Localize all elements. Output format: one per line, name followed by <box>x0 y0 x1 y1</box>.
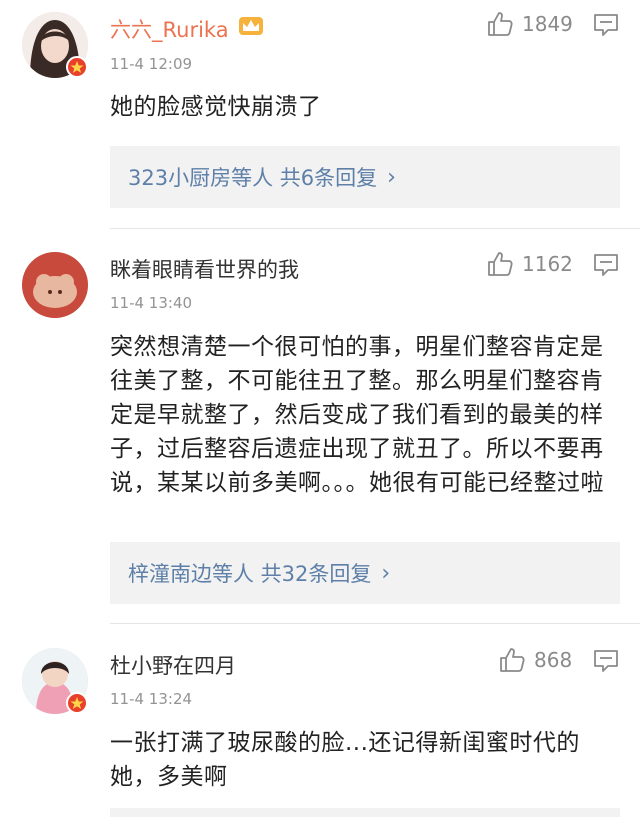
avatar-image <box>22 252 88 318</box>
timestamp: 11-4 12:09 <box>110 55 193 73</box>
crown-icon <box>239 17 263 35</box>
thumbs-up-icon <box>488 12 513 36</box>
verified-badge-icon <box>66 56 88 78</box>
chevron-right-icon: › <box>387 164 396 190</box>
username[interactable]: 眯着眼睛看世界的我 <box>110 254 299 284</box>
username[interactable]: 杜小野在四月 <box>110 650 236 680</box>
like-button[interactable]: 868 <box>498 646 572 674</box>
thumbs-up-icon <box>500 648 525 672</box>
replies-label: 323小厨房等人 共6条回复 <box>128 166 378 190</box>
comment-text: 她的脸感觉快崩溃了 <box>110 94 322 120</box>
timestamp: 11-4 13:24 <box>110 690 193 708</box>
comment-text: 突然想清楚一个很可怕的事，明星们整容肯定是往美了整，不可能往丑了整。那么明星们整… <box>110 334 604 496</box>
comment-feed: 六六_Rurika 11-4 12:09 1849 她的脸感觉快崩溃了 323小… <box>0 0 640 817</box>
chevron-right-icon: › <box>381 560 391 586</box>
comment-bubble-icon[interactable] <box>592 251 620 279</box>
comment-text: 一张打满了玻尿酸的脸...还记得新闺蜜时代的她，多美啊 <box>110 730 580 790</box>
like-count: 868 <box>534 648 573 672</box>
comment-bubble-icon[interactable] <box>592 647 620 675</box>
username[interactable]: 六六_Rurika <box>110 14 229 44</box>
like-count: 1849 <box>522 12 573 36</box>
like-button[interactable]: 1849 <box>486 10 573 38</box>
divider <box>110 623 640 624</box>
avatar[interactable] <box>22 252 88 318</box>
like-button[interactable]: 1162 <box>486 250 573 278</box>
replies-box-partial <box>110 808 620 817</box>
like-count: 1162 <box>522 252 573 276</box>
divider <box>110 228 640 229</box>
comment-bubble-icon[interactable] <box>592 11 620 39</box>
replies-label: 梓潼南边等人 共32条回复 <box>128 562 372 586</box>
timestamp: 11-4 13:40 <box>110 294 193 312</box>
thumbs-up-icon <box>488 252 513 276</box>
view-replies-button[interactable]: 梓潼南边等人 共32条回复 › <box>110 542 620 604</box>
view-replies-button[interactable]: 323小厨房等人 共6条回复 › <box>110 146 620 208</box>
verified-badge-icon <box>66 692 88 714</box>
